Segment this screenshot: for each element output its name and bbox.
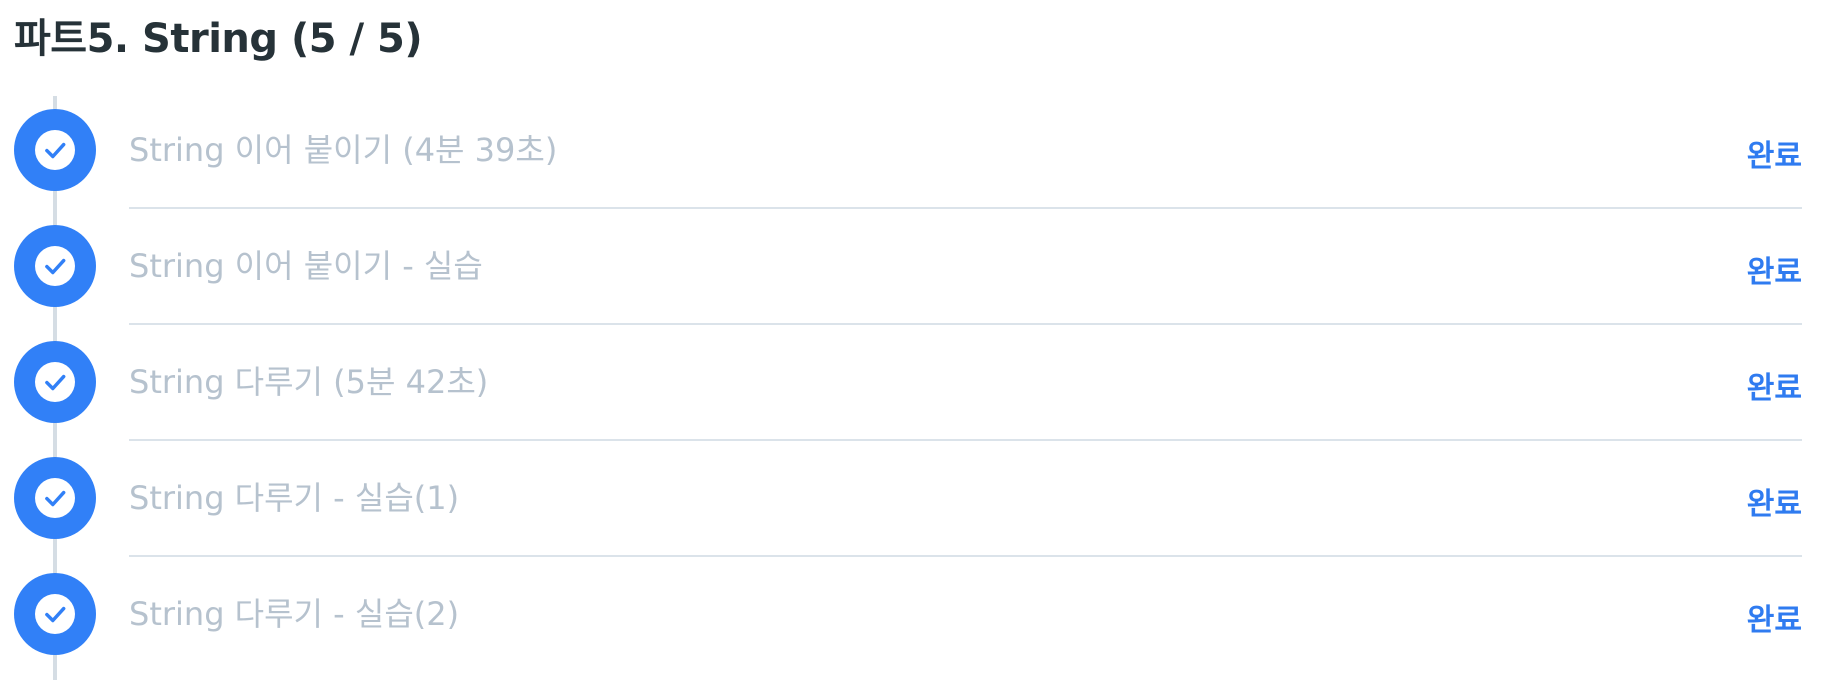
lesson-list: String 이어 붙이기 (4분 39초) 완료 String 이어 붙이기 … xyxy=(0,93,1834,673)
lesson-row[interactable]: String 다루기 - 실습(2) 완료 xyxy=(0,557,1834,673)
lesson-title[interactable]: String 다루기 (5분 42초) xyxy=(129,362,488,402)
lesson-title[interactable]: String 다루기 - 실습(2) xyxy=(129,594,459,634)
part-title: 파트5. String (5 / 5) xyxy=(14,16,423,62)
lesson-status-badge: 완료 xyxy=(1746,255,1802,290)
check-circle-icon xyxy=(14,341,96,423)
check-circle-icon xyxy=(14,573,96,655)
lesson-title[interactable]: String 이어 붙이기 (4분 39초) xyxy=(129,130,557,170)
lesson-row[interactable]: String 다루기 - 실습(1) 완료 xyxy=(0,441,1834,557)
lesson-title[interactable]: String 이어 붙이기 - 실습 xyxy=(129,246,483,286)
lesson-title[interactable]: String 다루기 - 실습(1) xyxy=(129,478,459,518)
lesson-status-badge: 완료 xyxy=(1746,487,1802,522)
lesson-status-badge: 완료 xyxy=(1746,603,1802,638)
lesson-row[interactable]: String 다루기 (5분 42초) 완료 xyxy=(0,325,1834,441)
check-circle-icon xyxy=(14,109,96,191)
lesson-status-badge: 완료 xyxy=(1746,371,1802,406)
check-circle-icon xyxy=(14,457,96,539)
lesson-row[interactable]: String 이어 붙이기 (4분 39초) 완료 xyxy=(0,93,1834,209)
check-circle-icon xyxy=(14,225,96,307)
lesson-row[interactable]: String 이어 붙이기 - 실습 완료 xyxy=(0,209,1834,325)
lesson-status-badge: 완료 xyxy=(1746,139,1802,174)
